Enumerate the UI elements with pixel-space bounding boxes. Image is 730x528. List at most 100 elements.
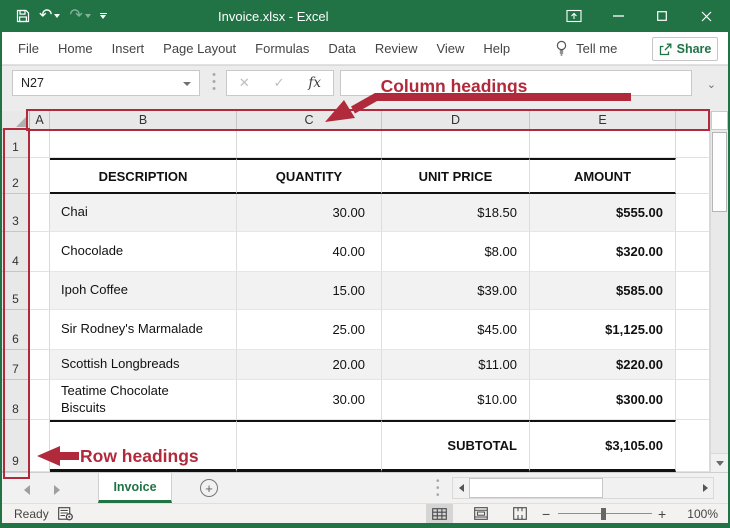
normal-view-button[interactable] xyxy=(426,504,453,523)
column-header-b[interactable]: B xyxy=(50,111,237,130)
name-box[interactable]: N27 xyxy=(12,70,200,96)
sheet-tab-invoice[interactable]: Invoice xyxy=(98,473,172,503)
share-button[interactable]: Share xyxy=(652,37,718,61)
cell-b7[interactable]: Scottish Longbreads xyxy=(50,350,237,380)
cell-a9[interactable] xyxy=(30,420,50,472)
cell-d5[interactable]: $39.00 xyxy=(382,272,530,310)
undo-dropdown-icon[interactable] xyxy=(54,14,60,18)
cell-e9-subtotal-amount[interactable]: $3,105.00 xyxy=(530,420,676,472)
cell-d6[interactable]: $45.00 xyxy=(382,310,530,350)
row-header-6[interactable]: 6 xyxy=(2,310,30,350)
cell-d4[interactable]: $8.00 xyxy=(382,232,530,272)
cell-f7[interactable] xyxy=(676,350,710,380)
cell-d3[interactable]: $18.50 xyxy=(382,194,530,232)
row-header-2[interactable]: 2 xyxy=(2,158,30,194)
cell-c4[interactable]: 40.00 xyxy=(237,232,382,272)
row-header-9[interactable]: 9 xyxy=(2,420,30,472)
cell-b8[interactable]: Teatime Chocolate Biscuits xyxy=(50,380,237,420)
cell-e1[interactable] xyxy=(530,130,676,158)
row-header-8[interactable]: 8 xyxy=(2,380,30,420)
formula-bar-expand-icon[interactable]: ⌄ xyxy=(707,78,716,91)
zoom-in-icon[interactable]: + xyxy=(658,506,666,522)
cell-e7[interactable]: $220.00 xyxy=(530,350,676,380)
ribbon-display-options-button[interactable] xyxy=(552,0,596,32)
cell-d2-unit-price-header[interactable]: UNIT PRICE xyxy=(382,158,530,194)
scroll-down-button[interactable] xyxy=(711,453,728,472)
customize-qat-button[interactable] xyxy=(100,13,107,19)
cell-b9[interactable] xyxy=(50,420,237,472)
undo-button[interactable]: ↶ xyxy=(39,8,60,24)
redo-button[interactable]: ↷ xyxy=(69,8,90,24)
horizontal-scrollbar[interactable] xyxy=(452,477,714,499)
maximize-button[interactable] xyxy=(640,0,684,32)
close-button[interactable] xyxy=(684,0,728,32)
cell-f4[interactable] xyxy=(676,232,710,272)
cell-c9[interactable] xyxy=(237,420,382,472)
cell-e2-amount-header[interactable]: AMOUNT xyxy=(530,158,676,194)
cell-e5[interactable]: $585.00 xyxy=(530,272,676,310)
cell-f5[interactable] xyxy=(676,272,710,310)
cell-d9-subtotal-label[interactable]: SUBTOTAL xyxy=(382,420,530,472)
cell-b3[interactable]: Chai xyxy=(50,194,237,232)
zoom-level[interactable]: 100% xyxy=(687,507,718,521)
cell-d8[interactable]: $10.00 xyxy=(382,380,530,420)
row-header-4[interactable]: 4 xyxy=(2,232,30,272)
formula-bar-input[interactable] xyxy=(340,70,692,96)
column-header-e[interactable]: E xyxy=(530,111,676,130)
new-sheet-button[interactable]: + xyxy=(200,479,218,497)
cell-a3[interactable] xyxy=(30,194,50,232)
cell-a1[interactable] xyxy=(30,130,50,158)
tab-data[interactable]: Data xyxy=(328,41,355,56)
column-header-d[interactable]: D xyxy=(382,111,530,130)
cell-f3[interactable] xyxy=(676,194,710,232)
tab-page-layout[interactable]: Page Layout xyxy=(163,41,236,56)
cell-a2[interactable] xyxy=(30,158,50,194)
scroll-left-button[interactable] xyxy=(453,478,469,498)
cell-b2-description-header[interactable]: DESCRIPTION xyxy=(50,158,237,194)
cell-b5[interactable]: Ipoh Coffee xyxy=(50,272,237,310)
cell-b1[interactable] xyxy=(50,130,237,158)
row-header-7[interactable]: 7 xyxy=(2,350,30,380)
vertical-scrollbar-track[interactable] xyxy=(711,212,728,453)
cell-a7[interactable] xyxy=(30,350,50,380)
redo-dropdown-icon[interactable] xyxy=(85,14,91,18)
cell-a4[interactable] xyxy=(30,232,50,272)
horizontal-scrollbar-thumb[interactable] xyxy=(469,478,603,498)
tab-insert[interactable]: Insert xyxy=(112,41,145,56)
cell-a5[interactable] xyxy=(30,272,50,310)
select-all-corner[interactable] xyxy=(2,111,30,130)
cell-c7[interactable]: 20.00 xyxy=(237,350,382,380)
cell-b4[interactable]: Chocolade xyxy=(50,232,237,272)
cell-f6[interactable] xyxy=(676,310,710,350)
zoom-slider-thumb[interactable] xyxy=(601,508,606,520)
column-header-a[interactable]: A xyxy=(30,111,50,130)
cancel-entry-icon[interactable]: ✕ xyxy=(239,75,250,91)
scroll-right-button[interactable] xyxy=(697,478,713,498)
cell-e3[interactable]: $555.00 xyxy=(530,194,676,232)
column-header-partial[interactable] xyxy=(676,111,710,130)
cell-a6[interactable] xyxy=(30,310,50,350)
cell-b6[interactable]: Sir Rodney's Marmalade xyxy=(50,310,237,350)
next-sheet-icon[interactable] xyxy=(54,485,60,495)
row-header-3[interactable]: 3 xyxy=(2,194,30,232)
cell-e8[interactable]: $300.00 xyxy=(530,380,676,420)
tab-file[interactable]: File xyxy=(18,41,39,56)
cell-c6[interactable]: 25.00 xyxy=(237,310,382,350)
zoom-out-icon[interactable]: − xyxy=(542,506,550,522)
vertical-scrollbar[interactable] xyxy=(710,111,728,472)
cell-d1[interactable] xyxy=(382,130,530,158)
tab-review[interactable]: Review xyxy=(375,41,418,56)
previous-sheet-icon[interactable] xyxy=(24,485,30,495)
cell-f8[interactable] xyxy=(676,380,710,420)
cell-e4[interactable]: $320.00 xyxy=(530,232,676,272)
vertical-scrollbar-thumb[interactable] xyxy=(712,132,727,212)
page-break-preview-button[interactable] xyxy=(506,504,533,523)
column-header-c[interactable]: C xyxy=(237,111,382,130)
cell-f2[interactable] xyxy=(676,158,710,194)
cell-e6[interactable]: $1,125.00 xyxy=(530,310,676,350)
cell-f1[interactable] xyxy=(676,130,710,158)
cell-c2-quantity-header[interactable]: QUANTITY xyxy=(237,158,382,194)
cell-c1[interactable] xyxy=(237,130,382,158)
row-header-5[interactable]: 5 xyxy=(2,272,30,310)
tab-help[interactable]: Help xyxy=(483,41,510,56)
